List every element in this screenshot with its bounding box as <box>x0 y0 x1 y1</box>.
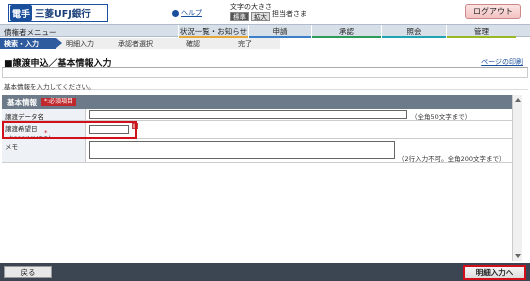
memo-textarea[interactable] <box>89 141 395 159</box>
step-label: 明細入力 <box>66 39 94 48</box>
step-arrow <box>56 38 62 48</box>
font-size-large-button[interactable]: 拡大 <box>251 12 270 21</box>
bank-name: 三菱UFJ銀行 <box>35 9 91 20</box>
tab-status-list[interactable]: 状況一覧・お知らせ <box>178 25 248 38</box>
help-icon <box>172 9 179 17</box>
step-detail-input: 明細入力 <box>56 38 114 49</box>
menu-title: 債権者メニュー <box>4 28 57 37</box>
required-badge: *:必須項目 <box>41 98 77 106</box>
main-menu: 債権者メニュー 状況一覧・お知らせ 申請 承認 照会 管理 <box>0 24 530 38</box>
title-underline-box <box>2 68 528 78</box>
section-title: 基本情報 <box>7 97 37 107</box>
step-search-input: 検索・入力 <box>0 38 62 49</box>
logout-button[interactable]: ログアウト <box>465 4 521 19</box>
step-arrow <box>176 38 182 48</box>
step-label: 確認 <box>186 39 200 48</box>
tab-color-bar <box>447 36 516 38</box>
memo-note: （2行入力不可。全角200文字まで） <box>398 155 506 163</box>
step-arrow <box>108 38 114 48</box>
form-empty-area <box>2 163 512 261</box>
step-complete: 完了 <box>228 38 280 49</box>
print-page-link[interactable]: ページの印刷 <box>481 57 523 67</box>
next-button-label: 明細入力へ <box>465 267 524 278</box>
tab-color-bar <box>382 36 446 38</box>
step-confirm: 確認 <box>176 38 234 49</box>
step-label: 検索・入力 <box>4 39 39 48</box>
user-name: 担当者さま <box>272 10 307 18</box>
tab-color-bar <box>312 36 381 38</box>
tab-label: 照会 <box>406 26 422 36</box>
bank-logo: 電手 三菱UFJ銀行 <box>8 4 108 22</box>
step-approver-select: 承認者選択 <box>108 38 182 49</box>
font-size-label: 文字の大きさ <box>230 3 272 11</box>
tab-label: 状況一覧・お知らせ <box>179 26 248 36</box>
step-label: 完了 <box>238 39 252 48</box>
form-row-memo: メモ （2行入力不可。全角200文字まで） <box>2 139 512 163</box>
instruction-text: 基本情報を入力してください。 <box>4 83 95 91</box>
transfer-name-label: 譲渡データ名 <box>2 109 86 121</box>
step-label: 承認者選択 <box>118 39 153 48</box>
header: 電手 三菱UFJ銀行 ヘルプ 文字の大きさ 標準 拡大 担当者さま ログアウト <box>0 0 530 24</box>
tab-application[interactable]: 申請 <box>248 25 311 38</box>
transfer-name-note: （全角50文字まで） <box>411 113 472 121</box>
section-header-basic-info: 基本情報 *:必須項目 <box>2 95 512 109</box>
tab-approval[interactable]: 承認 <box>311 25 381 38</box>
tab-label: 管理 <box>474 26 489 36</box>
next-detail-input-button[interactable]: 明細入力へ <box>463 265 526 280</box>
footer-bar: 戻る 明細入力へ <box>0 263 530 281</box>
memo-label: メモ <box>2 139 86 162</box>
form-row-transfer-name: 譲渡データ名 （全角50文字まで） <box>2 109 512 121</box>
font-size-standard-button[interactable]: 標準 <box>230 12 249 21</box>
tab-inquiry[interactable]: 照会 <box>381 25 446 38</box>
scroll-up-icon[interactable] <box>515 98 521 102</box>
scroll-down-icon[interactable] <box>515 254 521 258</box>
help-link[interactable]: ヘルプ <box>172 8 202 18</box>
help-label: ヘルプ <box>181 9 202 17</box>
highlight-box-desired-date <box>2 121 137 139</box>
font-size-toggle: 標準 拡大 <box>230 12 270 21</box>
step-indicator: 検索・入力 明細入力 承認者選択 確認 完了 <box>0 38 290 49</box>
tab-management[interactable]: 管理 <box>446 25 516 38</box>
step-arrow <box>228 38 234 48</box>
denshi-logo-mark: 電手 <box>10 5 32 21</box>
transfer-name-input[interactable] <box>89 110 407 119</box>
tab-label: 申請 <box>272 26 288 36</box>
vertical-scrollbar[interactable] <box>512 95 522 261</box>
back-button[interactable]: 戻る <box>4 266 52 278</box>
tab-label: 承認 <box>339 26 354 36</box>
